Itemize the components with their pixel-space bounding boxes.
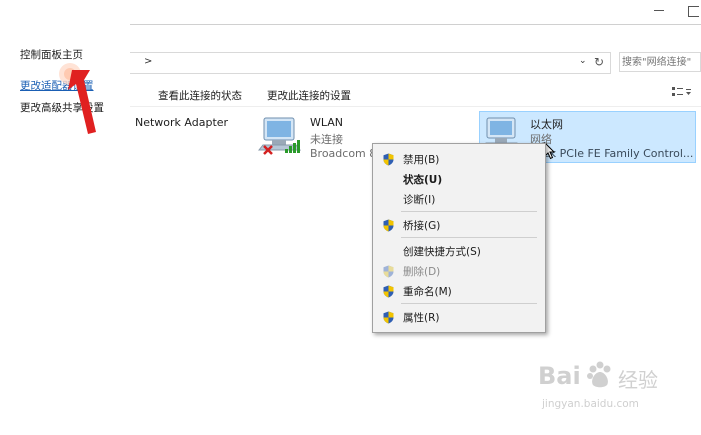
menu-separator — [401, 237, 537, 238]
uac-shield-icon — [383, 219, 394, 232]
menu-item-label: 桥接(G) — [403, 220, 441, 232]
menu-item-diagnose[interactable]: 诊断(I) — [373, 189, 545, 209]
search-input[interactable] — [622, 54, 700, 70]
change-settings-command[interactable]: 更改此连接的设置 — [267, 88, 351, 103]
menu-item-label: 创建快捷方式(S) — [403, 246, 481, 258]
chevron-down-icon[interactable]: ⌄ — [579, 56, 587, 66]
wlan-adapter-status: 未连接 — [310, 133, 343, 146]
disconnected-x-icon — [263, 145, 273, 155]
refresh-icon[interactable]: ↻ — [590, 53, 608, 71]
uac-shield-icon — [383, 153, 394, 166]
menu-item-disable[interactable]: 禁用(B) — [373, 149, 545, 169]
view-options-icon[interactable] — [672, 86, 694, 101]
wlan-adapter-name: WLAN — [310, 116, 344, 129]
menu-item-label: 禁用(B) — [403, 154, 440, 166]
watermark-url: jingyan.baidu.com — [542, 398, 639, 410]
menu-separator — [401, 303, 537, 304]
menu-item-label: 重命名(M) — [403, 286, 452, 298]
menu-item-status[interactable]: 状态(U) — [373, 169, 545, 189]
signal-bars-icon — [285, 140, 300, 153]
window-title-bar — [0, 0, 701, 25]
menu-item-delete[interactable]: 删除(D) — [373, 261, 545, 281]
menu-separator — [401, 211, 537, 212]
view-status-command[interactable]: 查看此连接的状态 — [158, 88, 242, 103]
menu-item-label: 属性(R) — [403, 312, 440, 324]
context-menu: 禁用(B) 状态(U) 诊断(I) 桥接(G) 创建快捷方式(S) 删除(D) … — [372, 143, 546, 333]
menu-item-rename[interactable]: 重命名(M) — [373, 281, 545, 301]
ethernet-adapter-name: 以太网 — [530, 118, 563, 131]
minimize-icon[interactable] — [654, 10, 664, 11]
menu-item-label: 状态(U) — [403, 174, 443, 186]
paw-print-icon — [587, 361, 611, 388]
baidu-jingyan-watermark: Bai 经验 jingyan.baidu.com — [538, 358, 688, 418]
uac-shield-icon — [383, 265, 394, 278]
search-box[interactable] — [619, 52, 701, 72]
uac-shield-icon — [383, 311, 394, 324]
menu-item-label: 删除(D) — [403, 266, 441, 278]
adapter-name[interactable]: Network Adapter — [135, 116, 228, 129]
menu-item-bridge[interactable]: 桥接(G) — [373, 215, 545, 235]
breadcrumb-chevron[interactable]: > — [144, 56, 152, 67]
watermark-brand: Bai — [538, 362, 581, 390]
menu-item-label: 诊断(I) — [403, 194, 436, 206]
wlan-adapter-tile[interactable] — [257, 114, 308, 158]
watermark-brand-tail: 经验 — [618, 368, 658, 392]
wlan-adapter-device: Broadcom 8 — [310, 147, 377, 160]
menu-item-properties[interactable]: 属性(R) — [373, 307, 545, 327]
maximize-icon[interactable] — [688, 6, 699, 17]
annotation-arrow-icon — [59, 63, 96, 134]
menu-item-create-shortcut[interactable]: 创建快捷方式(S) — [373, 241, 545, 261]
nav-control-panel-home[interactable]: 控制面板主页 — [20, 47, 83, 62]
uac-shield-icon — [383, 285, 394, 298]
ethernet-adapter-device: ek PCIe FE Family Control... — [543, 147, 694, 160]
address-bar[interactable] — [130, 52, 611, 74]
